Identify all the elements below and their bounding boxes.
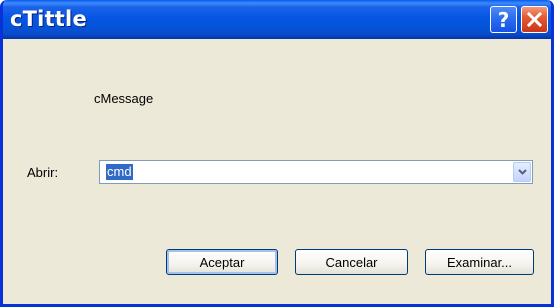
browse-button[interactable]: Examinar... <box>425 249 534 275</box>
open-input-value[interactable]: cmd <box>106 164 133 180</box>
ok-button[interactable]: Aceptar <box>166 249 278 275</box>
open-combobox[interactable]: cmd <box>99 160 533 184</box>
window-title: cTittle <box>10 7 87 31</box>
dialog-message: cMessage <box>94 91 154 106</box>
help-icon: ? <box>497 7 510 32</box>
chevron-down-icon <box>517 169 527 175</box>
close-icon <box>527 12 542 27</box>
cancel-button[interactable]: Cancelar <box>295 249 408 275</box>
run-dialog-window: cTittle ? cMessage Abrir: cmd Aceptar Ca… <box>0 0 554 307</box>
open-label: Abrir: <box>27 165 59 180</box>
help-button[interactable]: ? <box>490 6 517 33</box>
title-bar[interactable]: cTittle ? <box>3 0 551 39</box>
close-button[interactable] <box>521 6 548 33</box>
dropdown-button[interactable] <box>513 162 531 182</box>
